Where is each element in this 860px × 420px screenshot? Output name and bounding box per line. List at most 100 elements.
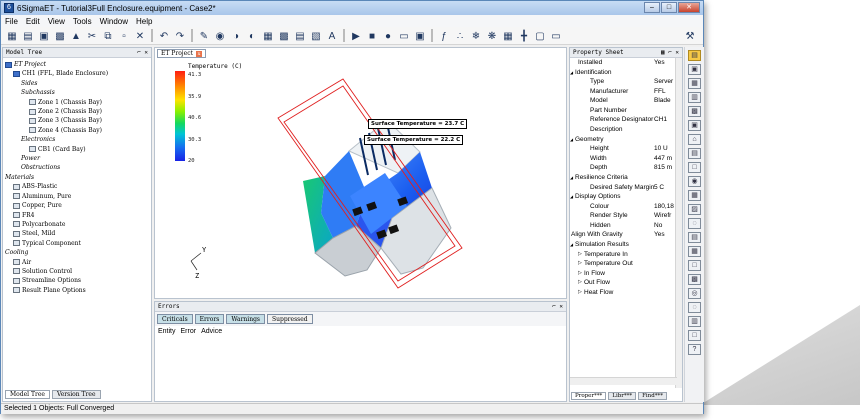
layer-icon[interactable]: ▤	[688, 50, 701, 61]
property-row[interactable]: ▷ Heat Flow	[570, 288, 677, 298]
panel-pin-close-icon[interactable]: ⌐ ✕	[137, 49, 148, 56]
property-row[interactable]: Width 447 m	[570, 154, 677, 164]
property-value[interactable]: 10 U	[654, 144, 677, 154]
property-value[interactable]: 815 m	[654, 163, 677, 173]
signal-icon[interactable]: ▥	[688, 316, 701, 327]
property-row[interactable]: Type Server	[570, 77, 677, 87]
tree-item[interactable]: Air	[5, 258, 151, 267]
circle-icon[interactable]: ◉	[688, 176, 701, 187]
surface-temperature-annotation[interactable]: Surface Temperature = 23.7 C	[368, 119, 468, 129]
expand-icon[interactable]: ◢	[570, 240, 573, 250]
expand-icon[interactable]: ◢	[570, 68, 573, 78]
property-row[interactable]: ▷ Temperature Out	[570, 259, 677, 269]
property-row[interactable]: Desired Safety Margin 5 C	[570, 183, 677, 193]
menu-help[interactable]: Help	[136, 17, 152, 26]
view-front-icon[interactable]: ◉	[213, 29, 227, 43]
3d-viewport[interactable]: ET Project x Temperature (C) 41.3 35.9 40…	[154, 47, 567, 299]
layout-icon[interactable]: ▤	[688, 232, 701, 243]
tree-item[interactable]: Result Plane Options	[5, 286, 151, 295]
expand-icon[interactable]: ◢	[570, 192, 573, 202]
warnings-filter-button[interactable]: Warnings	[226, 314, 266, 324]
expand-icon[interactable]: ▷	[578, 278, 582, 288]
menu-edit[interactable]: Edit	[26, 17, 40, 26]
menu-file[interactable]: File	[5, 17, 18, 26]
play-icon[interactable]: ▶	[349, 29, 363, 43]
property-row[interactable]: Depth 815 m	[570, 163, 677, 173]
results-icon[interactable]: ▧	[309, 29, 323, 43]
tree-item[interactable]: Electronics	[5, 135, 151, 144]
layout-icon[interactable]: ╋	[517, 29, 531, 43]
tab-find[interactable]: Find***	[638, 392, 667, 400]
property-value[interactable]: No	[654, 221, 677, 231]
expand-icon[interactable]: ▷	[578, 250, 582, 260]
cut-icon[interactable]: ✂	[85, 29, 99, 43]
tree-item[interactable]: ABS-Plastic	[5, 182, 151, 191]
wrench-icon[interactable]: ⚒	[683, 29, 697, 43]
property-row[interactable]: Height 10 U	[570, 144, 677, 154]
criticals-filter-button[interactable]: Criticals	[157, 314, 193, 324]
suppressed-filter-button[interactable]: Suppressed	[267, 314, 313, 324]
property-horizontal-scrollbar[interactable]	[570, 377, 677, 385]
grid-icon[interactable]: ▦	[688, 190, 701, 201]
delete-icon[interactable]: ✕	[133, 29, 147, 43]
property-value[interactable]: FFL	[654, 87, 677, 97]
tab-version-tree[interactable]: Version Tree	[51, 390, 101, 399]
property-row[interactable]: Installed Yes	[570, 58, 677, 68]
function-icon[interactable]: ƒ	[437, 29, 451, 43]
property-row[interactable]: ▷ Temperature In	[570, 250, 677, 260]
tree-item[interactable]: Obstructions	[5, 163, 151, 172]
window-icon[interactable]: ▭	[549, 29, 563, 43]
model-icon[interactable]: ▲	[69, 29, 83, 43]
property-row[interactable]: ▷ In Flow	[570, 269, 677, 279]
expand-icon[interactable]: ▷	[578, 269, 582, 279]
save-icon[interactable]: ▣	[37, 29, 51, 43]
ring-icon[interactable]: ◎	[688, 288, 701, 299]
column-entity[interactable]: Entity	[158, 328, 176, 335]
property-category[interactable]: ◢ Simulation Results	[570, 240, 677, 250]
menu-window[interactable]: Window	[100, 17, 128, 26]
save-all-icon[interactable]: ▩	[53, 29, 67, 43]
property-row[interactable]: ▷ Out Flow	[570, 278, 677, 288]
panel-pin-close-icon[interactable]: ⌐ ✕	[552, 303, 563, 310]
property-row[interactable]: Part Number	[570, 106, 677, 116]
property-row[interactable]: Align With Gravity Yes	[570, 230, 677, 240]
property-value[interactable]: Server	[654, 77, 677, 87]
particles-icon[interactable]: ∴	[453, 29, 467, 43]
property-row[interactable]: Description	[570, 125, 677, 135]
menu-tools[interactable]: Tools	[73, 17, 92, 26]
property-value[interactable]: 447 m	[654, 154, 677, 164]
edit-icon[interactable]: ✎	[197, 29, 211, 43]
tree-item[interactable]: Cooling	[5, 248, 151, 257]
property-row[interactable]: Model Blade	[570, 96, 677, 106]
tab-properties[interactable]: Proper***	[571, 392, 607, 400]
monitor-icon[interactable]: □	[688, 330, 701, 341]
expand-icon[interactable]: ◢	[570, 135, 573, 145]
minimize-button[interactable]: –	[644, 2, 660, 13]
tab-model-tree[interactable]: Model Tree	[5, 390, 50, 399]
tree-item[interactable]: Zone 3 (Chassis Bay)	[5, 116, 151, 125]
property-value[interactable]: 180,18	[654, 202, 677, 212]
property-value[interactable]: 5 C	[654, 183, 677, 193]
fan-icon[interactable]: ❋	[485, 29, 499, 43]
pdu-icon[interactable]: ▩	[688, 274, 701, 285]
tree-item[interactable]: Zone 4 (Chassis Bay)	[5, 126, 151, 135]
property-category[interactable]: ◢ Identification	[570, 68, 677, 78]
expand-icon[interactable]: ▷	[578, 288, 582, 298]
tree-item[interactable]: CH1 (FFL, Blade Enclosure)	[5, 69, 151, 78]
errors-filter-button[interactable]: Errors	[194, 314, 225, 324]
server-icon[interactable]: ▣	[688, 120, 701, 131]
redo-icon[interactable]: ↷	[173, 29, 187, 43]
tree-item[interactable]: Subchassis	[5, 88, 151, 97]
copy-icon[interactable]: ⧉	[101, 29, 115, 43]
expand-icon[interactable]: ▷	[578, 259, 582, 269]
view-side-icon[interactable]: ◑	[229, 29, 243, 43]
tree-item[interactable]: CB1 (Card Bay)	[5, 145, 151, 154]
tree-item[interactable]: Polycarbonate	[5, 220, 151, 229]
tree-item[interactable]: Streamline Options	[5, 276, 151, 285]
sensor-icon[interactable]: ◌	[688, 218, 701, 229]
monitor-icon[interactable]: ▢	[533, 29, 547, 43]
menu-view[interactable]: View	[48, 17, 65, 26]
property-vertical-scrollbar[interactable]	[675, 58, 682, 388]
property-category[interactable]: ◢ Geometry	[570, 135, 677, 145]
rack-icon[interactable]: ▥	[688, 92, 701, 103]
